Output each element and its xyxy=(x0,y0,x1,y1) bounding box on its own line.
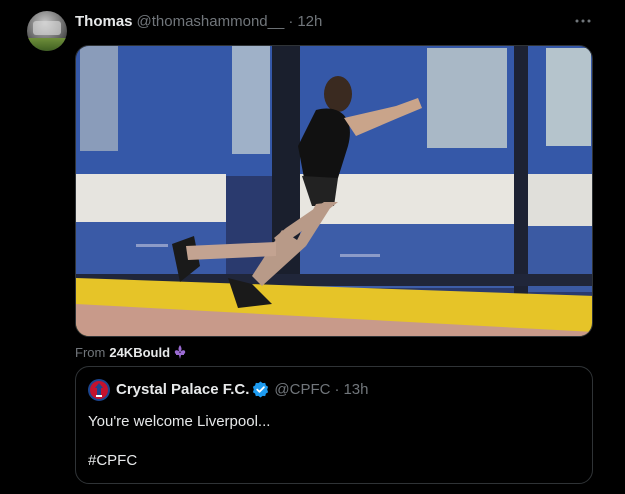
post-video[interactable] xyxy=(75,45,593,337)
post-timestamp[interactable]: 12h xyxy=(297,13,322,30)
quoted-post-text: You're welcome Liverpool... xyxy=(88,413,271,430)
attribution-source-link[interactable]: 24KBould xyxy=(109,345,170,360)
post-header: Thomas @thomashammond__ · 12h xyxy=(75,11,322,31)
quoted-author-name[interactable]: Crystal Palace F.C. xyxy=(116,381,249,398)
verified-badge-icon xyxy=(252,381,269,398)
quoted-post-hashtag[interactable]: #CPFC xyxy=(88,452,137,469)
fleur-de-lis-icon xyxy=(172,344,188,360)
header-separator: · xyxy=(288,12,294,30)
attribution-prefix: From xyxy=(75,344,106,360)
avatar-stand-shape xyxy=(33,21,61,35)
video-attribution: From 24KBould xyxy=(75,344,188,360)
timeline-post: Thomas @thomashammond__ · 12h From 24KBo… xyxy=(0,0,625,494)
crystal-palace-crest-icon xyxy=(88,379,110,401)
subway-video-frame xyxy=(76,46,592,336)
more-horizontal-icon xyxy=(575,19,591,23)
quoted-header-separator: · xyxy=(334,381,340,398)
quoted-timestamp[interactable]: 13h xyxy=(343,381,368,398)
quoted-author-handle[interactable]: @CPFC xyxy=(274,381,330,398)
author-handle[interactable]: @thomashammond__ xyxy=(137,13,285,30)
author-avatar[interactable] xyxy=(27,11,67,51)
author-name[interactable]: Thomas xyxy=(75,13,133,30)
quoted-post-header: Crystal Palace F.C. @CPFC · 13h xyxy=(116,381,369,398)
quoted-post[interactable]: Crystal Palace F.C. @CPFC · 13h You're w… xyxy=(75,366,593,484)
avatar-grass-shape xyxy=(27,38,67,51)
more-options-button[interactable] xyxy=(571,9,595,33)
